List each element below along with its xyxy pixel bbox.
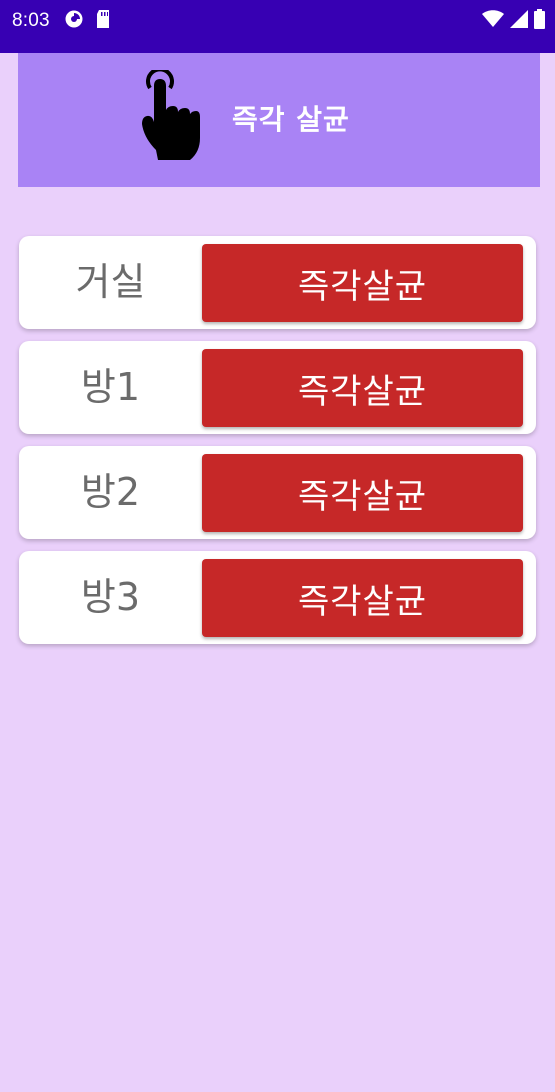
room-card-living-room: 거실 즉각살균 xyxy=(19,236,536,329)
sterilize-button-room-2[interactable]: 즉각살균 xyxy=(202,454,523,532)
room-name: 방2 xyxy=(80,470,141,514)
status-left-icons xyxy=(64,10,110,32)
sd-card-icon xyxy=(96,10,110,32)
wifi-icon xyxy=(482,10,504,32)
room-name: 방3 xyxy=(80,575,141,619)
header-banner: 즉각 살균 xyxy=(18,53,540,187)
signal-icon xyxy=(510,10,528,32)
battery-icon xyxy=(534,9,545,33)
data-saver-icon xyxy=(64,9,84,33)
sterilize-button-room-3[interactable]: 즉각살균 xyxy=(202,559,523,637)
sterilize-button-room-1[interactable]: 즉각살균 xyxy=(202,349,523,427)
header-content: 즉각 살균 xyxy=(138,67,350,168)
room-card-room-3: 방3 즉각살균 xyxy=(19,551,536,644)
status-bar: 8:03 xyxy=(0,0,555,53)
room-list: 거실 즉각살균 방1 즉각살균 방2 즉각살균 방3 즉각살균 xyxy=(19,236,536,656)
page-title: 즉각 살균 xyxy=(232,103,350,136)
status-time: 8:03 xyxy=(12,10,50,31)
room-name: 방1 xyxy=(80,365,141,409)
pointing-hand-icon xyxy=(138,67,202,166)
room-name: 거실 xyxy=(75,260,146,304)
sterilize-button-living-room[interactable]: 즉각살균 xyxy=(202,244,523,322)
room-card-room-1: 방1 즉각살균 xyxy=(19,341,536,434)
room-card-room-2: 방2 즉각살균 xyxy=(19,446,536,539)
status-right-icons xyxy=(482,9,545,33)
